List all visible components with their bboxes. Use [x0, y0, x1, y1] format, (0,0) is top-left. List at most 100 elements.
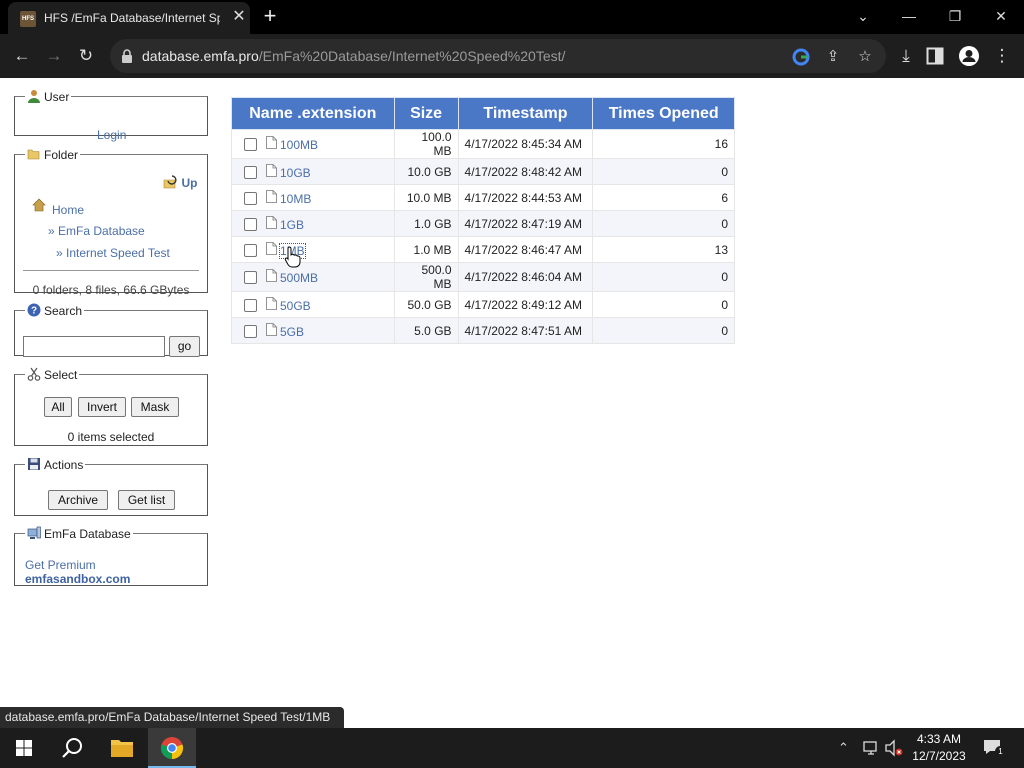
file-name-link[interactable]: 1GB — [280, 218, 304, 232]
breadcrumb-internet-speed-test[interactable]: » Internet Speed Test — [56, 246, 170, 260]
row-checkbox[interactable] — [244, 138, 257, 151]
times-opened-cell: 0 — [592, 210, 735, 237]
select-mask-button[interactable]: Mask — [131, 397, 179, 417]
times-opened-cell: 0 — [592, 291, 735, 318]
database-computer-icon — [27, 526, 41, 539]
search-panel: ? Search go — [14, 303, 208, 357]
tab-close-icon[interactable]: ✕ — [230, 8, 248, 26]
get-premium-link[interactable]: Get Premium — [25, 558, 96, 572]
profile-avatar-icon[interactable] — [958, 45, 980, 67]
select-invert-button[interactable]: Invert — [78, 397, 126, 417]
network-icon[interactable] — [862, 739, 880, 757]
size-cell: 10.0 MB — [393, 184, 459, 211]
login-link[interactable]: Login — [97, 128, 126, 142]
back-arrow-icon[interactable]: ← — [10, 44, 34, 68]
row-checkbox[interactable] — [244, 165, 257, 179]
hand-cursor-icon — [284, 246, 301, 268]
archive-button[interactable]: Archive — [48, 490, 108, 510]
home-link[interactable]: Home — [52, 203, 84, 217]
search-legend: ? Search — [25, 303, 84, 318]
file-name-link[interactable]: 10GB — [280, 166, 311, 180]
timestamp-cell: 4/17/2022 8:48:42 AM — [457, 158, 594, 185]
system-clock[interactable]: 4:33 AM 12/7/2023 — [906, 731, 972, 765]
size-cell: 5.0 GB — [393, 317, 459, 344]
search-icon[interactable] — [48, 728, 96, 768]
minimize-icon[interactable]: — — [894, 4, 924, 28]
windows-start-icon[interactable] — [0, 728, 48, 768]
breadcrumb-emfa-database[interactable]: » EmFa Database — [48, 224, 145, 238]
table-row: 10GB 10.0 GB 4/17/2022 8:48:42 AM 0 — [231, 158, 735, 185]
name-cell: 5GB — [231, 317, 395, 344]
file-name-link[interactable]: 50GB — [280, 299, 311, 313]
column-header-times-opened[interactable]: Times Opened — [592, 97, 735, 130]
divider — [23, 270, 199, 271]
file-name-link[interactable]: 5GB — [280, 325, 304, 339]
row-checkbox[interactable] — [244, 217, 257, 231]
emfasandbox-link[interactable]: emfasandbox.com — [25, 572, 130, 586]
chrome-taskbar-button[interactable] — [148, 728, 196, 768]
column-header-size[interactable]: Size — [393, 97, 459, 130]
scissors-icon — [27, 367, 41, 381]
column-header-timestamp[interactable]: Timestamp — [457, 97, 594, 130]
name-cell: 10MB — [231, 184, 395, 211]
file-name-link[interactable]: 100MB — [280, 138, 318, 152]
new-tab-icon[interactable]: + — [258, 5, 282, 29]
name-cell: 100MB — [231, 129, 395, 159]
restore-icon[interactable]: ❐ — [940, 4, 970, 28]
forward-arrow-icon[interactable]: → — [42, 44, 66, 68]
user-legend: User — [25, 89, 71, 104]
file-name-link[interactable]: 10MB — [280, 192, 311, 206]
times-opened-cell: 16 — [592, 129, 735, 159]
volume-muted-icon[interactable] — [884, 739, 904, 757]
times-opened-cell: 6 — [592, 184, 735, 211]
tab-search-chevron-icon[interactable]: ⌄ — [848, 4, 878, 28]
user-panel: User Login — [14, 89, 208, 142]
select-panel: Select All Invert Mask 0 items selected — [14, 367, 208, 446]
timestamp-cell: 4/17/2022 8:47:19 AM — [457, 210, 594, 237]
user-icon — [28, 90, 40, 103]
row-checkbox[interactable] — [244, 243, 257, 257]
file-icon — [266, 136, 277, 149]
search-input[interactable] — [23, 336, 165, 357]
google-lens-icon[interactable] — [792, 48, 810, 66]
menu-kebab-icon[interactable]: ⋮ — [990, 44, 1014, 68]
notification-center-button[interactable]: 1 — [982, 738, 1006, 758]
column-header-name[interactable]: Name .extension — [231, 97, 395, 130]
size-cell: 1.0 MB — [393, 236, 459, 263]
share-icon[interactable]: ⇪ — [824, 48, 842, 66]
times-opened-cell: 13 — [592, 236, 735, 263]
name-cell: 10GB — [231, 158, 395, 185]
download-icon[interactable]: ⤓ — [894, 44, 918, 68]
reload-icon[interactable]: ↻ — [74, 44, 98, 68]
tray-chevron-icon[interactable]: ⌃ — [838, 738, 849, 758]
close-window-icon[interactable]: ✕ — [986, 4, 1016, 28]
lock-icon — [122, 49, 132, 63]
size-cell: 100.0 MB — [393, 129, 459, 159]
row-checkbox[interactable] — [244, 324, 257, 338]
file-name-link[interactable]: 500MB — [280, 271, 318, 285]
row-checkbox[interactable] — [244, 191, 257, 205]
folder-legend: Folder — [25, 147, 80, 162]
browser-tab-bar: HFS HFS /EmFa Database/Internet Speed Te… — [0, 0, 1024, 34]
address-bar[interactable]: database.emfa.pro/EmFa%20Database/Intern… — [110, 39, 886, 73]
file-icon — [266, 189, 277, 203]
browser-tab[interactable]: HFS HFS /EmFa Database/Internet Speed Te… — [8, 2, 250, 34]
get-list-button[interactable]: Get list — [118, 490, 175, 510]
size-cell: 1.0 GB — [393, 210, 459, 237]
browser-toolbar: ← → ↻ database.emfa.pro/EmFa%20Database/… — [0, 34, 1024, 78]
file-icon — [266, 269, 277, 282]
file-explorer-icon[interactable] — [98, 728, 146, 768]
link-status-bar: database.emfa.pro/EmFa Database/Internet… — [0, 707, 345, 728]
side-panel-icon[interactable] — [926, 47, 944, 65]
folder-panel: Folder Up Home » EmFa Database » Interne… — [14, 147, 208, 297]
timestamp-cell: 4/17/2022 8:49:12 AM — [457, 291, 594, 318]
up-folder-icon — [163, 175, 177, 189]
name-cell: 1GB — [231, 210, 395, 237]
select-all-button[interactable]: All — [44, 397, 72, 417]
bookmark-star-icon[interactable]: ☆ — [856, 48, 874, 66]
search-go-button[interactable]: go — [169, 336, 200, 357]
row-checkbox[interactable] — [244, 271, 257, 284]
up-link[interactable]: Up — [181, 176, 197, 190]
row-checkbox[interactable] — [244, 298, 257, 312]
up-button[interactable]: Up — [163, 174, 197, 192]
